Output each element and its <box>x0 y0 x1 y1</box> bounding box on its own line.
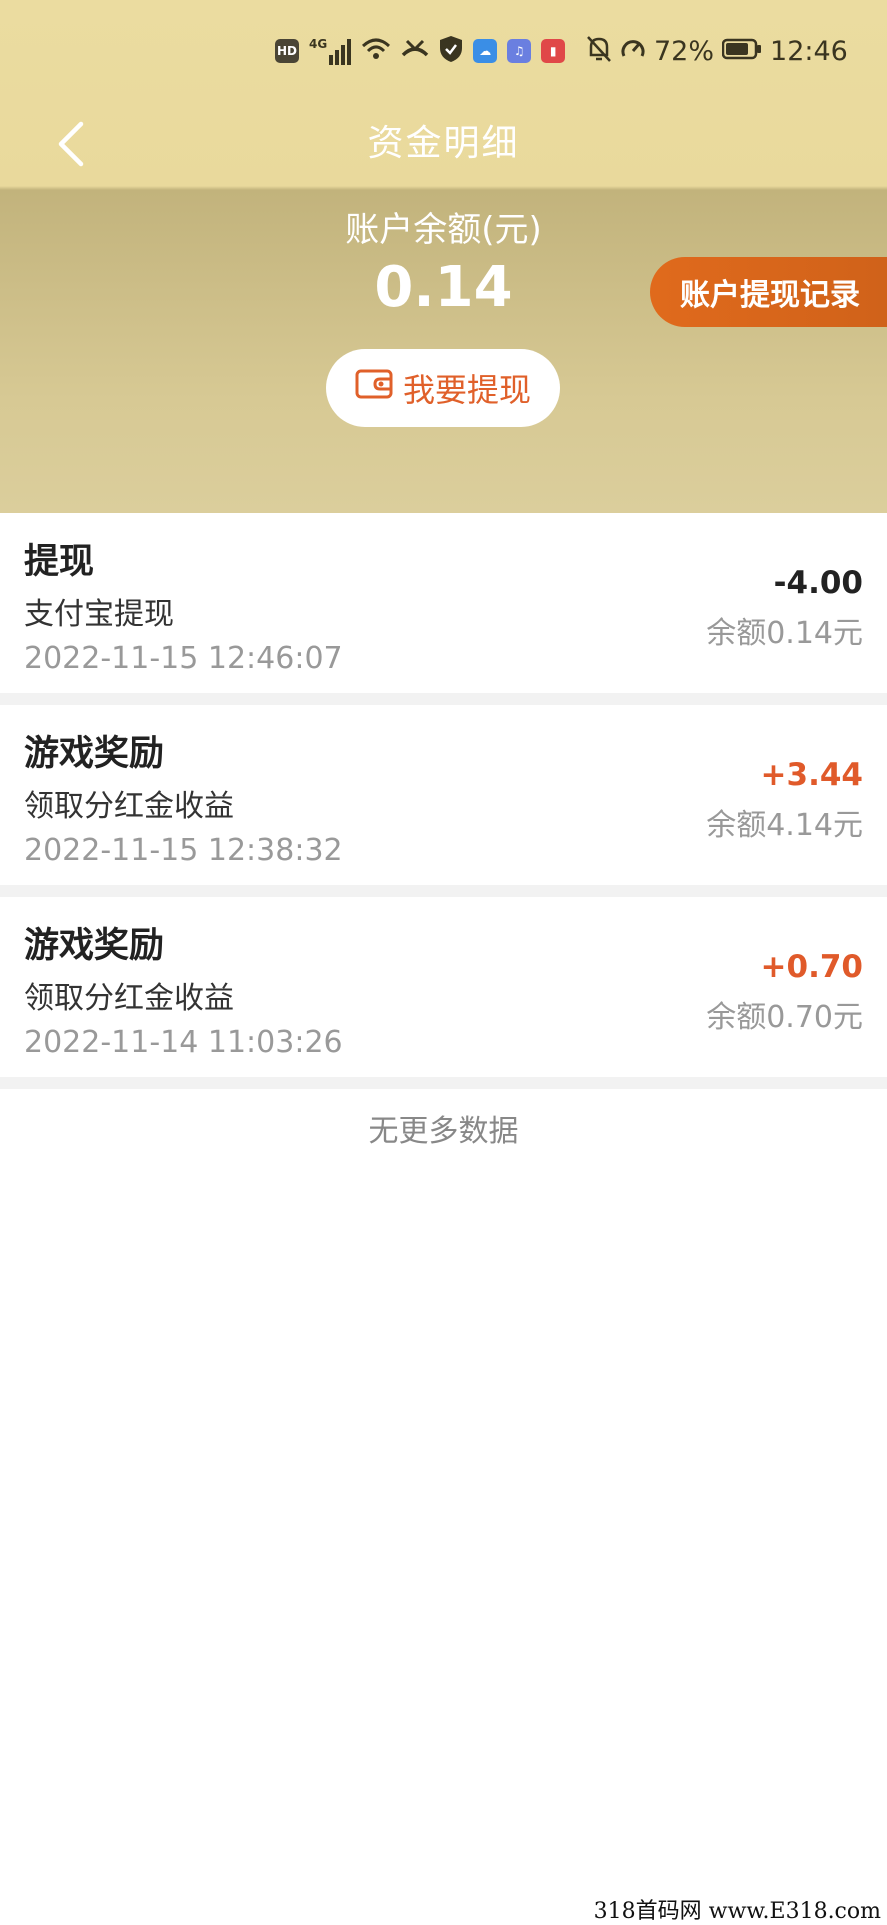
withdraw-records-button[interactable]: 账户提现记录 <box>650 257 887 327</box>
transaction-desc: 支付宝提现 <box>24 597 174 632</box>
mute-bell-icon <box>586 35 612 67</box>
status-bar: HD 4G ☁ ♫ ▮ 72% 12:46 <box>0 0 887 100</box>
transaction-title: 提现 <box>24 542 95 582</box>
hd-icon: HD <box>275 39 299 63</box>
speed-icon <box>620 36 646 66</box>
transaction-title: 游戏奖励 <box>24 926 165 966</box>
status-icons-right: 72% 12:46 <box>586 34 848 68</box>
wallet-icon <box>355 368 393 408</box>
withdraw-records-label: 账户提现记录 <box>680 278 860 313</box>
transaction-amount: -4.00 <box>773 565 863 601</box>
cloud-app-icon: ☁ <box>473 39 498 63</box>
battery-icon <box>721 38 762 64</box>
transaction-balance: 余额0.70元 <box>706 1000 863 1035</box>
transaction-amount: +0.70 <box>760 949 863 985</box>
clock: 12:46 <box>770 35 848 67</box>
missed-call-icon <box>401 37 429 65</box>
divider <box>0 693 887 705</box>
battery-percent: 72% <box>654 35 715 67</box>
withdraw-label: 我要提现 <box>402 371 531 409</box>
status-icons-left: HD 4G ☁ ♫ ▮ <box>275 34 566 68</box>
wifi-icon <box>361 37 391 65</box>
nav-bar: 资金明细 <box>0 100 887 188</box>
balance-label: 账户余额(元) <box>345 210 542 250</box>
transaction-time: 2022-11-15 12:46:07 <box>24 641 343 676</box>
music-app-icon: ♫ <box>507 39 532 63</box>
book-app-icon: ▮ <box>541 39 566 63</box>
transaction-list: 提现 支付宝提现 2022-11-15 12:46:07 -4.00 余额0.1… <box>0 513 887 1089</box>
page-title: 资金明细 <box>367 123 520 164</box>
shield-icon <box>439 35 463 67</box>
no-more-data: 无更多数据 <box>368 1114 519 1149</box>
transaction-time: 2022-11-15 12:38:32 <box>24 833 343 868</box>
divider <box>0 1077 887 1089</box>
transaction-amount: +3.44 <box>760 757 863 793</box>
signal-icon: 4G <box>309 37 352 65</box>
transaction-item[interactable]: 游戏奖励 领取分红金收益 2022-11-15 12:38:32 +3.44 余… <box>0 705 887 885</box>
transaction-balance: 余额4.14元 <box>706 808 863 843</box>
transaction-balance: 余额0.14元 <box>706 616 863 651</box>
divider <box>0 885 887 897</box>
transaction-title: 游戏奖励 <box>24 734 165 774</box>
transaction-desc: 领取分红金收益 <box>24 981 234 1016</box>
transaction-item[interactable]: 游戏奖励 领取分红金收益 2022-11-14 11:03:26 +0.70 余… <box>0 897 887 1077</box>
transaction-item[interactable]: 提现 支付宝提现 2022-11-15 12:46:07 -4.00 余额0.1… <box>0 513 887 693</box>
transaction-time: 2022-11-14 11:03:26 <box>24 1025 343 1060</box>
watermark: 318首码网 www.E318.com <box>593 1899 881 1924</box>
transaction-desc: 领取分红金收益 <box>24 789 234 824</box>
withdraw-button[interactable]: 我要提现 <box>326 349 560 427</box>
